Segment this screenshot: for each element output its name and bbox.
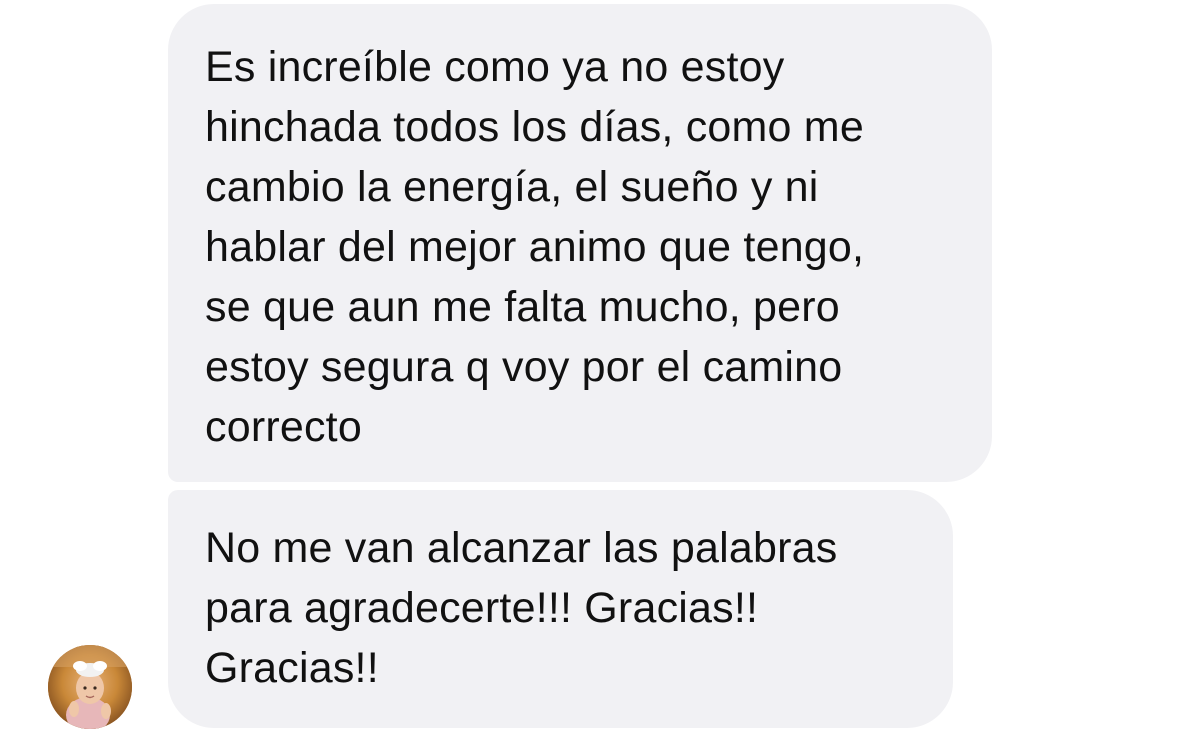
message-text: Es increíble como ya no estoy hinchada t… xyxy=(205,43,865,451)
message-text: No me van alcanzar las palabras para agr… xyxy=(205,524,838,692)
avatar-photo-icon xyxy=(48,645,132,729)
incoming-message-bubble[interactable]: No me van alcanzar las palabras para agr… xyxy=(168,490,953,728)
incoming-message-bubble[interactable]: Es increíble como ya no estoy hinchada t… xyxy=(168,4,992,482)
message-thread: Es increíble como ya no estoy hinchada t… xyxy=(0,0,1179,745)
contact-avatar[interactable] xyxy=(48,645,132,729)
